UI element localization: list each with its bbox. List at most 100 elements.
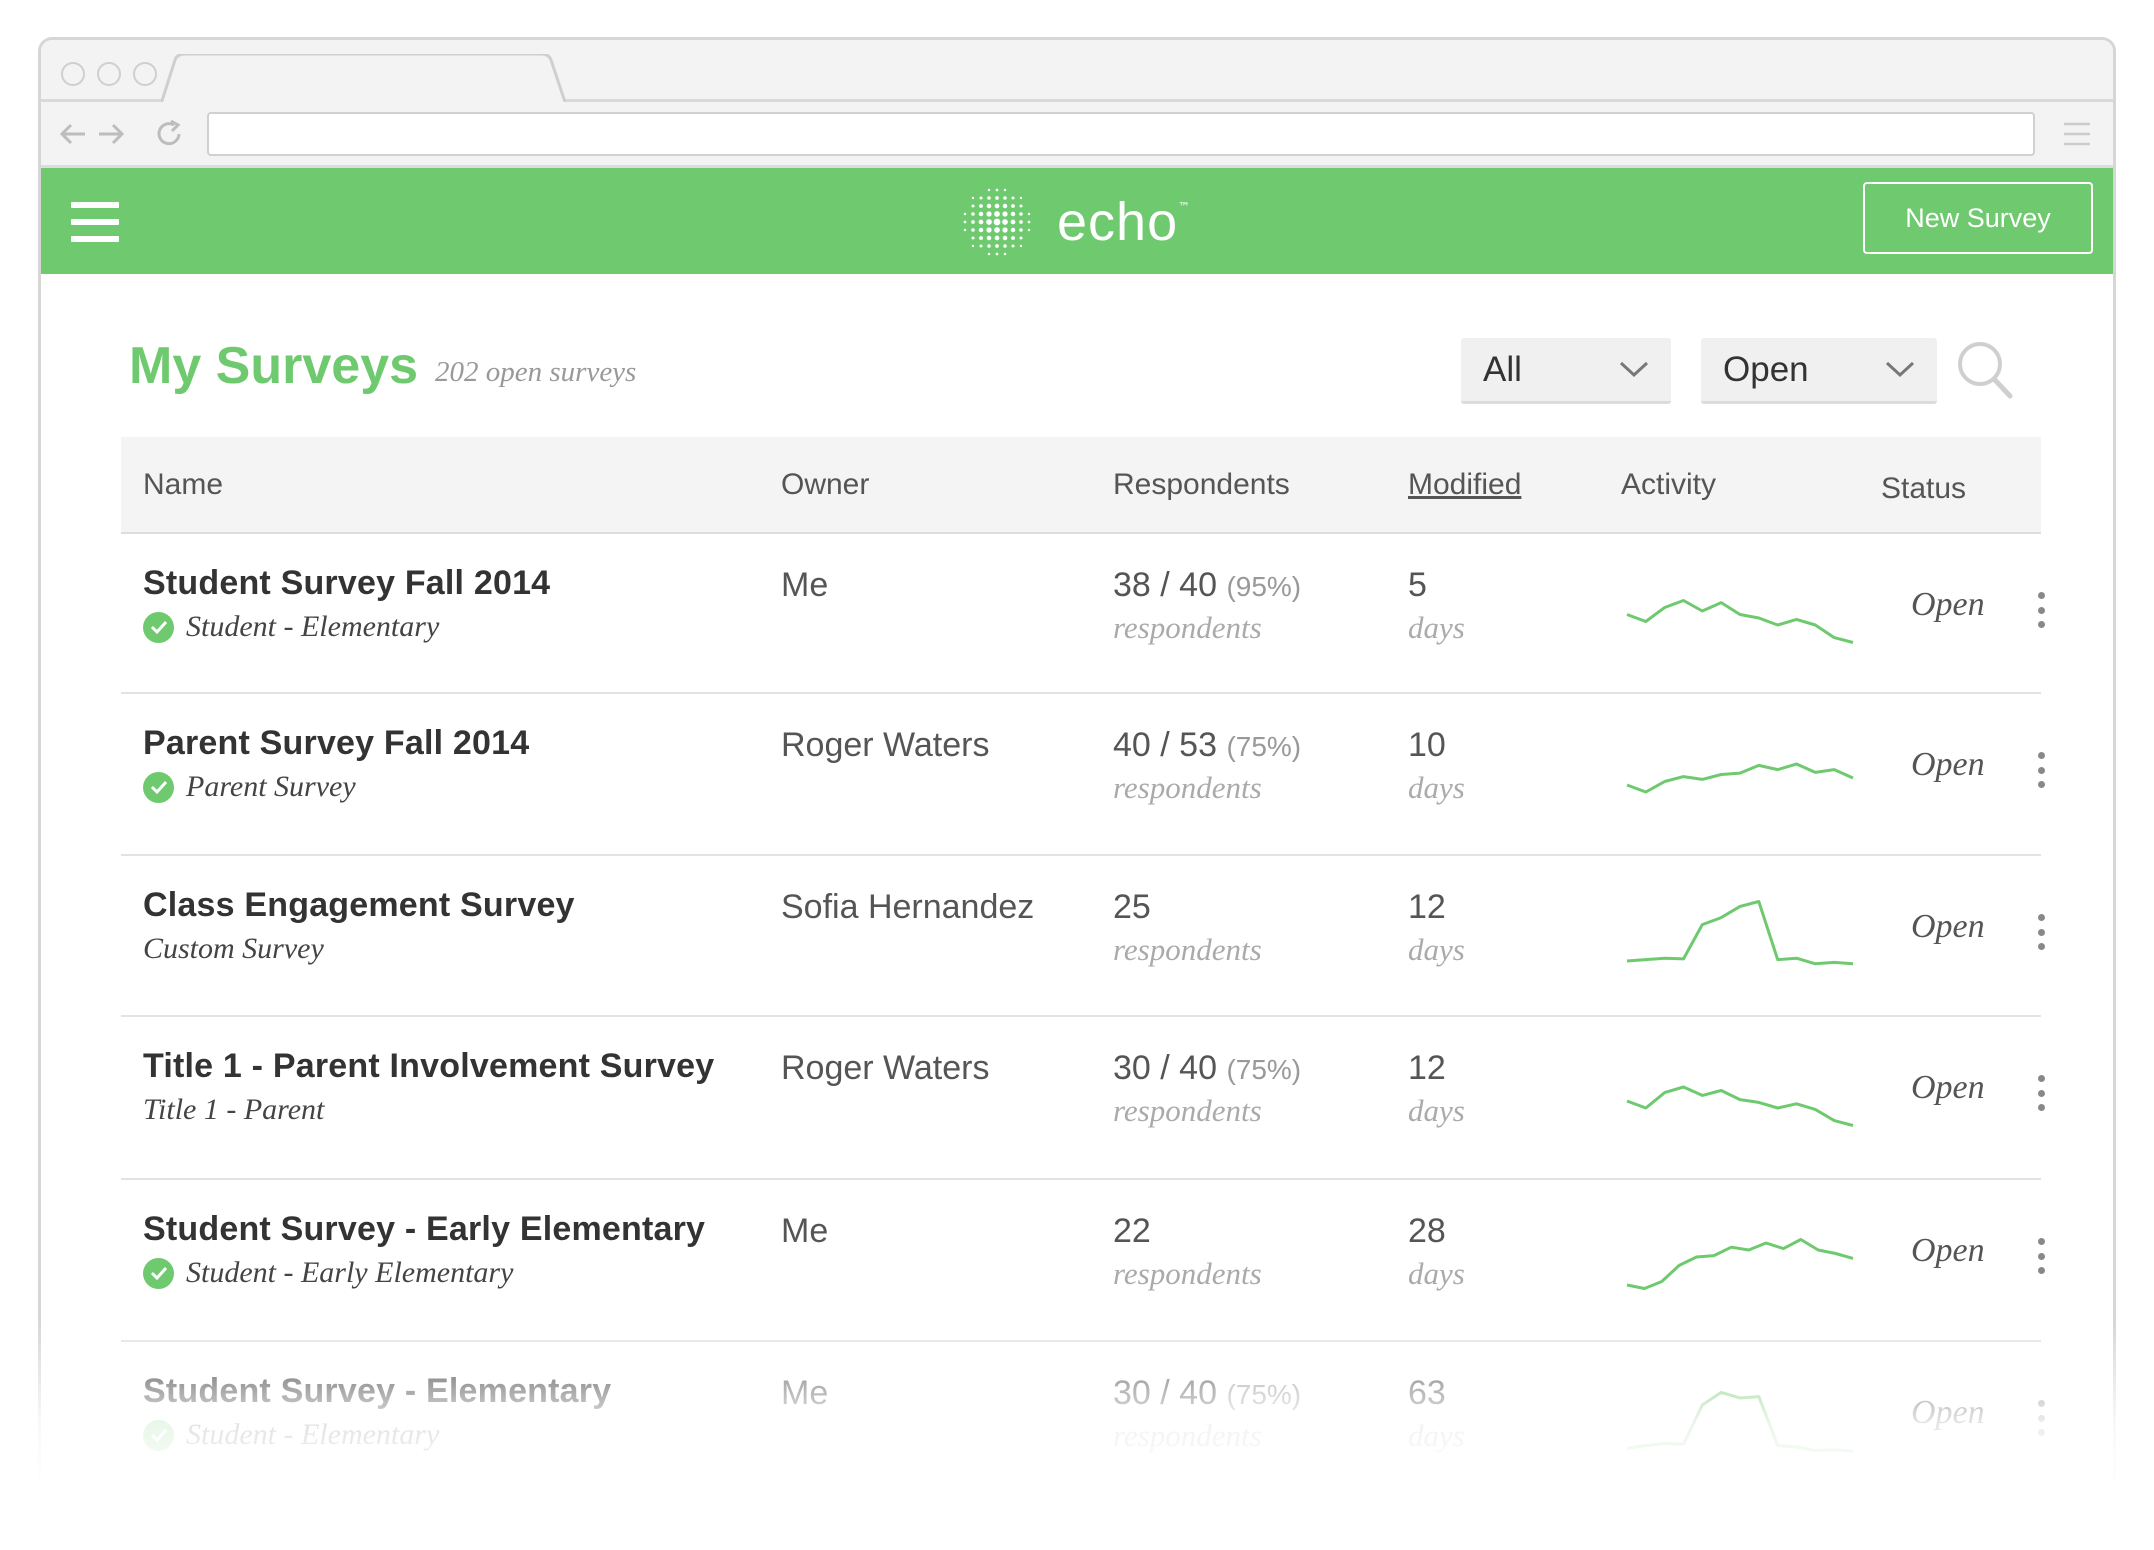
row-actions-kebab-icon[interactable] [2029,746,2053,794]
survey-owner: Roger Waters [781,1049,990,1087]
table-row[interactable]: Student Survey - Elementary Student - Ele… [121,1342,2045,1502]
survey-name[interactable]: Parent Survey Fall 2014 [143,724,529,763]
forward-arrow-icon[interactable] [93,116,129,152]
table-row[interactable]: Title 1 - Parent Involvement Survey Title… [121,1017,2045,1180]
table-row[interactable]: Student Survey - Early Elementary Student… [121,1180,2045,1342]
survey-owner: Sofia Hernandez [781,888,1035,926]
modified-label: days [1408,770,1465,805]
status-filter-select[interactable]: Open [1701,338,1937,404]
survey-type-label: Student - Elementary [186,610,440,643]
status-value: Open [1911,908,1985,945]
respondents-label: respondents [1113,1093,1262,1128]
row-actions-kebab-icon[interactable] [2029,1069,2053,1117]
activity-line [1626,762,1854,794]
table-row[interactable]: Student Survey Fall 2014 Student - Elemen… [121,534,2045,694]
column-header-owner[interactable]: Owner [781,468,869,502]
respondents-value: 38 / 40 [1113,566,1217,604]
table-row[interactable]: Parent Survey Fall 2014 Parent Survey Roge… [121,694,2045,856]
window-maximize-button[interactable] [133,62,157,86]
survey-type: Parent Survey [143,770,356,804]
browser-window: echo ™ New Survey My Surveys 202 open su… [38,37,2116,1537]
activity-line [1626,1390,1854,1453]
survey-type-label: Student - Early Elementary [186,1256,514,1289]
survey-owner: Me [781,1374,829,1412]
row-actions-kebab-icon[interactable] [2029,586,2053,634]
chevron-down-icon [1619,361,1649,378]
page-title: My Surveys [129,337,419,395]
survey-name[interactable]: Student Survey - Early Elementary [143,1210,705,1249]
survey-type: Custom Survey [143,932,324,966]
activity-sparkline [1626,1238,1854,1290]
status-filter-value: Open [1723,349,1809,389]
table-row[interactable]: Class Engagement Survey Custom Survey Sofi… [121,856,2045,1017]
survey-name[interactable]: Student Survey Fall 2014 [143,564,550,603]
activity-sparkline [1626,1085,1854,1127]
survey-type: Title 1 - Parent [143,1093,324,1127]
search-icon[interactable] [1956,340,2014,400]
modified-value: 12 [1408,1049,1446,1087]
chevron-down-icon [1885,361,1915,378]
modified-label: days [1408,610,1465,645]
echo-logo-mark-icon [963,188,1031,256]
respondents-value: 30 / 40 [1113,1049,1217,1087]
respondents-count: 22 [1113,1212,1151,1251]
modified-value: 28 [1408,1212,1446,1250]
type-filter-select[interactable]: All [1461,338,1671,404]
modified-label: days [1408,1418,1465,1453]
status-value: Open [1911,746,1985,783]
survey-owner: Me [781,1212,829,1250]
respondents-percent: (75%) [1226,731,1302,762]
respondents-label: respondents [1113,770,1262,805]
column-header-name[interactable]: Name [143,468,223,502]
browser-nav-bar [41,102,2113,168]
survey-name[interactable]: Class Engagement Survey [143,886,575,925]
column-header-status[interactable]: Status [1881,472,1966,506]
logo-trademark: ™ [1178,200,1191,214]
modified-value: 63 [1408,1374,1446,1412]
browser-menu-icon[interactable] [2059,116,2095,152]
survey-type-label: Title 1 - Parent [143,1093,325,1126]
column-header-activity[interactable]: Activity [1621,468,1716,502]
survey-owner: Me [781,566,829,604]
column-header-modified[interactable]: Modified [1408,468,1521,502]
back-arrow-icon[interactable] [55,116,91,152]
url-input[interactable] [207,112,2035,156]
status-value: Open [1911,1232,1985,1269]
window-minimize-button[interactable] [97,62,121,86]
respondents-count: 25 [1113,888,1151,927]
row-actions-kebab-icon[interactable] [2029,1394,2053,1442]
survey-type-label: Parent Survey [186,770,356,803]
respondents-percent: (75%) [1226,1054,1302,1085]
window-close-button[interactable] [61,62,85,86]
check-circle-icon [143,1419,174,1451]
logo-text: echo [1057,192,1179,252]
respondents-count: 30 / 40 (75%) [1113,1049,1301,1088]
browser-tab[interactable] [161,54,581,106]
column-header-respondents[interactable]: Respondents [1113,468,1290,502]
respondents-label: respondents [1113,1256,1262,1291]
new-survey-button[interactable]: New Survey [1863,182,2093,254]
status-value: Open [1911,1394,1985,1431]
type-filter-value: All [1483,349,1522,389]
respondents-count: 30 / 40 (75%) [1113,1374,1301,1413]
survey-name[interactable]: Title 1 - Parent Involvement Survey [143,1047,714,1086]
browser-tab-bar [41,40,2113,105]
menu-icon[interactable] [71,202,119,242]
open-surveys-count: 202 open surveys [435,356,637,388]
reload-icon[interactable] [151,116,187,152]
app-header: echo ™ New Survey [41,168,2113,274]
check-circle-icon [143,1257,174,1289]
survey-name[interactable]: Student Survey - Elementary [143,1372,611,1411]
activity-sparkline [1626,762,1854,794]
activity-sparkline [1626,1390,1854,1453]
status-value: Open [1911,1069,1985,1106]
respondents-value: 40 / 53 [1113,726,1217,764]
check-circle-icon [143,611,174,643]
modified-value: 12 [1408,888,1446,926]
survey-type-label: Student - Elementary [186,1418,440,1451]
survey-type: Student - Elementary [143,610,439,644]
row-actions-kebab-icon[interactable] [2029,1232,2053,1280]
row-actions-kebab-icon[interactable] [2029,908,2053,956]
activity-sparkline [1626,599,1854,644]
respondents-label: respondents [1113,1418,1262,1453]
